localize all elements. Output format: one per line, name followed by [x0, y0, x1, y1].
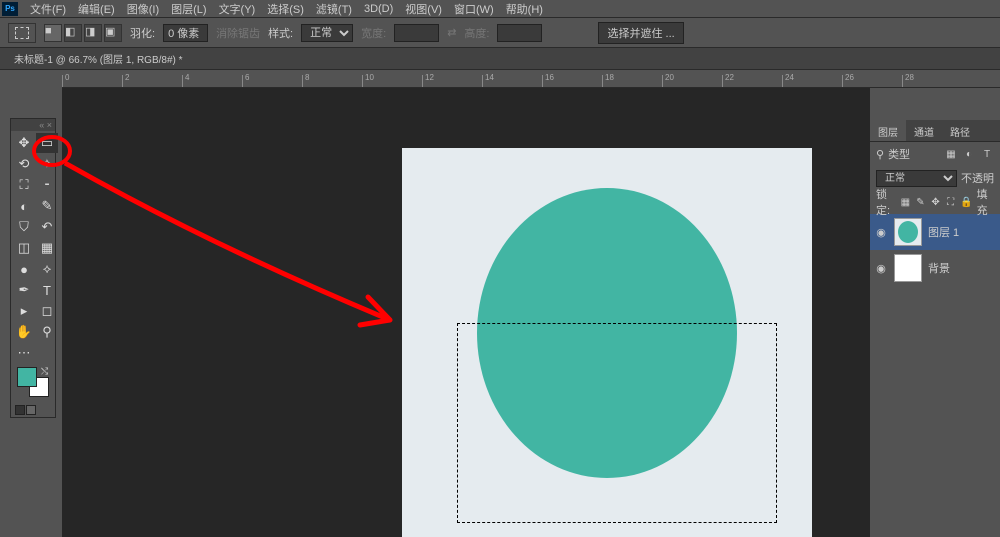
- layer-thumbnail[interactable]: [894, 218, 922, 246]
- layer-name[interactable]: 背景: [928, 260, 950, 276]
- screen-mode-icon[interactable]: [26, 405, 36, 415]
- selection-subtract-button[interactable]: ◨: [84, 24, 102, 42]
- eyedropper-tool[interactable]: ⁃: [36, 175, 58, 195]
- blend-mode-select[interactable]: 正常: [876, 170, 957, 187]
- blur-tool[interactable]: ●: [13, 259, 35, 279]
- options-bar: ■ ◧ ◨ ▣ 羽化: 消除锯齿 样式: 正常 宽度: ⇄ 高度: 选择并遮住 …: [0, 18, 1000, 48]
- document-tab[interactable]: 未标题-1 @ 66.7% (图层 1, RGB/8#) *: [4, 48, 193, 69]
- document-tab-bar: 未标题-1 @ 66.7% (图层 1, RGB/8#) *: [0, 48, 1000, 70]
- filter-pixel-icon[interactable]: ▦: [944, 147, 958, 161]
- menu-view[interactable]: 视图(V): [399, 0, 448, 19]
- selection-new-button[interactable]: ■: [44, 24, 62, 42]
- layer-name[interactable]: 图层 1: [928, 224, 959, 240]
- width-label: 宽度:: [361, 25, 386, 41]
- menu-3d[interactable]: 3D(D): [358, 1, 399, 17]
- hand-tool[interactable]: ✋: [13, 322, 35, 342]
- search-icon: ⚲: [876, 148, 884, 161]
- path-select-tool[interactable]: ▸: [13, 301, 35, 321]
- swap-wh-icon: ⇄: [447, 26, 456, 39]
- magic-wand-tool[interactable]: ✧: [36, 154, 58, 174]
- zoom-tool[interactable]: ⚲: [36, 322, 58, 342]
- brush-tool[interactable]: ✎: [36, 196, 58, 216]
- toolbox-header[interactable]: « ×: [11, 119, 55, 131]
- type-tool[interactable]: T: [36, 280, 58, 300]
- opacity-label: 不透明: [961, 170, 994, 186]
- lock-move-icon[interactable]: ✥: [930, 195, 941, 209]
- color-swatches: ⤭: [11, 365, 55, 403]
- width-input: [394, 24, 439, 42]
- panel-tabs: 图层 通道 路径: [870, 120, 1000, 142]
- lock-all-icon[interactable]: 🔒: [960, 195, 972, 209]
- shape-tool[interactable]: ◻: [36, 301, 58, 321]
- style-select[interactable]: 正常: [301, 24, 353, 42]
- menu-window[interactable]: 窗口(W): [448, 0, 500, 19]
- menu-file[interactable]: 文件(F): [24, 0, 72, 19]
- filter-label: 类型: [888, 146, 910, 162]
- menu-help[interactable]: 帮助(H): [500, 0, 549, 19]
- ruler-horizontal: 0 2 4 6 8 10 12 14 16 18 20 22 24 26 28: [62, 72, 1000, 88]
- height-label: 高度:: [464, 25, 489, 41]
- style-label: 样式:: [268, 25, 293, 41]
- lock-artboard-icon[interactable]: ⛶: [945, 195, 956, 209]
- artboard: [402, 148, 812, 537]
- eraser-tool[interactable]: ◫: [13, 238, 35, 258]
- menu-select[interactable]: 选择(S): [261, 0, 310, 19]
- edit-toolbar[interactable]: ⋯: [13, 343, 35, 363]
- menu-image[interactable]: 图像(I): [121, 0, 165, 19]
- layer-thumbnail[interactable]: [894, 254, 922, 282]
- tab-paths[interactable]: 路径: [942, 120, 978, 141]
- dodge-tool[interactable]: ⟡: [36, 259, 58, 279]
- history-brush-tool[interactable]: ↶: [36, 217, 58, 237]
- marquee-selection: [457, 323, 777, 523]
- swap-colors-icon[interactable]: ⤭: [41, 366, 48, 377]
- lock-brush-icon[interactable]: ✎: [915, 195, 926, 209]
- selection-intersect-button[interactable]: ▣: [104, 24, 122, 42]
- antialias-label: 消除锯齿: [216, 25, 260, 41]
- fill-label: 填充: [977, 186, 994, 218]
- height-input: [497, 24, 542, 42]
- feather-label: 羽化:: [130, 25, 155, 41]
- feather-input[interactable]: [163, 24, 208, 42]
- spot-heal-tool[interactable]: ◐: [13, 196, 35, 216]
- lock-transparent-icon[interactable]: ▦: [900, 195, 911, 209]
- lasso-tool[interactable]: ⟲: [13, 154, 35, 174]
- pen-tool[interactable]: ✒: [13, 280, 35, 300]
- menu-edit[interactable]: 编辑(E): [72, 0, 121, 19]
- ps-logo-icon: Ps: [2, 2, 18, 16]
- filter-adjust-icon[interactable]: ◐: [962, 147, 976, 161]
- lock-label: 锁定:: [876, 186, 896, 218]
- menu-bar: Ps 文件(F) 编辑(E) 图像(I) 图层(L) 文字(Y) 选择(S) 滤…: [0, 0, 1000, 18]
- visibility-toggle-icon[interactable]: ◉: [874, 226, 888, 239]
- foreground-color[interactable]: [17, 367, 37, 387]
- quick-mask-icon[interactable]: [15, 405, 25, 415]
- tab-channels[interactable]: 通道: [906, 120, 942, 141]
- layer-row-1[interactable]: ◉ 图层 1: [870, 214, 1000, 250]
- selection-add-button[interactable]: ◧: [64, 24, 82, 42]
- canvas-area[interactable]: [62, 88, 870, 537]
- move-tool[interactable]: ✥: [13, 133, 35, 153]
- menu-layer[interactable]: 图层(L): [165, 0, 212, 19]
- marquee-tool[interactable]: ▭: [36, 133, 58, 153]
- tool-preset-picker[interactable]: [8, 23, 36, 43]
- menu-type[interactable]: 文字(Y): [213, 0, 262, 19]
- clone-stamp-tool[interactable]: ⛉: [13, 217, 35, 237]
- select-and-mask-button[interactable]: 选择并遮住 ...: [598, 22, 683, 44]
- menu-filter[interactable]: 滤镜(T): [310, 0, 358, 19]
- selection-mode-group: ■ ◧ ◨ ▣: [44, 24, 122, 42]
- filter-type-icon[interactable]: T: [980, 147, 994, 161]
- gradient-tool[interactable]: ▦: [36, 238, 58, 258]
- visibility-toggle-icon[interactable]: ◉: [874, 262, 888, 275]
- layer-row-background[interactable]: ◉ 背景: [870, 250, 1000, 286]
- toolbox: « × ✥ ▭ ⟲ ✧ ⛶ ⁃ ◐ ✎ ⛉ ↶ ◫ ▦ ● ⟡ ✒ T ▸ ◻ …: [10, 118, 56, 418]
- tab-layers[interactable]: 图层: [870, 120, 906, 141]
- panels-area: 图层 通道 路径 ⚲ 类型 ▦ ◐ T 正常 不透明 锁定: ▦ ✎ ✥ ⛶ 🔒…: [870, 120, 1000, 286]
- crop-tool[interactable]: ⛶: [13, 175, 35, 195]
